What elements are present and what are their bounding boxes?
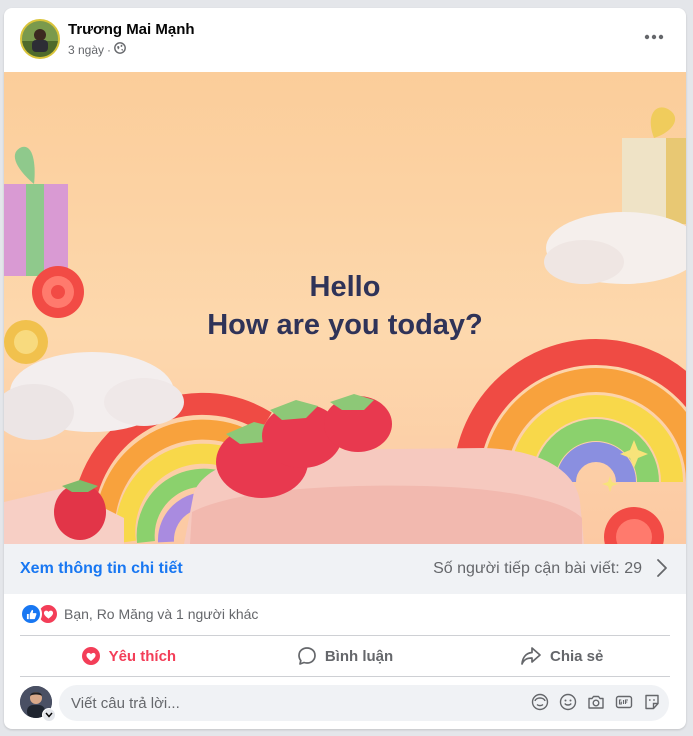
post-text: Hello How are you today? xyxy=(4,268,686,344)
post-reach-text[interactable]: Số người tiếp cận bài viết: 29 xyxy=(433,560,642,578)
post-card: Trương Mai Mạnh 3 ngày · Hello How are y… xyxy=(4,8,686,729)
meta-separator: · xyxy=(107,42,112,57)
post-insights-bar: Xem thông tin chi tiết Số người tiếp cận… xyxy=(4,544,686,594)
comment-tools xyxy=(531,693,661,711)
globe-icon xyxy=(114,42,126,57)
reaction-summary-text[interactable]: Bạn, Ro Măng và 1 người khác xyxy=(64,606,258,622)
comment-icon xyxy=(297,647,316,665)
view-details-link[interactable]: Xem thông tin chi tiết xyxy=(20,560,183,578)
more-horizontal-icon xyxy=(644,34,664,40)
like-icon xyxy=(20,603,42,625)
divider xyxy=(20,676,670,677)
chevron-down-icon[interactable] xyxy=(42,708,56,722)
reaction-summary[interactable]: Bạn, Ro Măng và 1 người khác xyxy=(20,603,258,625)
sticker-icon[interactable] xyxy=(643,693,661,711)
comment-label: Bình luận xyxy=(324,647,394,665)
post-text-line-2: How are you today? xyxy=(207,309,483,341)
love-reaction-button[interactable]: Yêu thích xyxy=(20,636,237,676)
author-avatar[interactable] xyxy=(20,19,60,59)
post-background-image[interactable]: Hello How are you today? xyxy=(4,72,686,544)
gif-icon[interactable] xyxy=(615,693,633,711)
avatar-sticker-icon[interactable] xyxy=(531,693,549,711)
chevron-right-icon[interactable] xyxy=(656,558,668,583)
share-button[interactable]: Chia sẻ xyxy=(453,636,670,676)
post-header: Trương Mai Mạnh 3 ngày · xyxy=(4,8,686,72)
love-reaction-label: Yêu thích xyxy=(108,647,177,665)
comment-button[interactable]: Bình luận xyxy=(237,636,454,676)
emoji-icon[interactable] xyxy=(559,693,577,711)
comment-input[interactable] xyxy=(71,685,511,721)
camera-icon[interactable] xyxy=(587,693,605,711)
comment-composer[interactable] xyxy=(59,685,669,721)
more-options-button[interactable] xyxy=(640,28,668,46)
share-icon xyxy=(521,647,541,665)
post-time[interactable]: 3 ngày xyxy=(68,43,104,57)
share-label: Chia sẻ xyxy=(550,647,604,665)
post-meta: 3 ngày · xyxy=(68,42,126,57)
post-action-bar: Yêu thích Bình luận Chia sẻ xyxy=(20,636,670,676)
author-name[interactable]: Trương Mai Mạnh xyxy=(68,21,195,38)
post-text-line-1: Hello xyxy=(309,271,381,303)
heart-icon xyxy=(81,647,100,665)
